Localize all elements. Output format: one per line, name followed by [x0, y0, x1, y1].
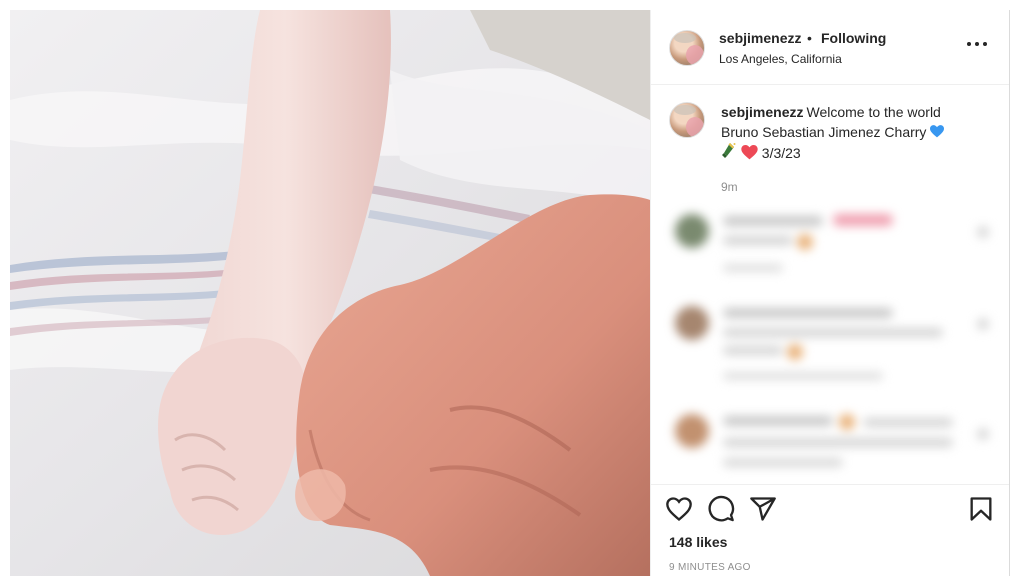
caption-line1: Welcome to the world — [806, 104, 941, 120]
likes-count[interactable]: 148 likes — [669, 534, 727, 550]
caption-line2: Bruno Sebastian Jimenez Charry — [721, 124, 927, 140]
caption-username[interactable]: sebjimenezz — [721, 104, 803, 120]
post-header: sebjimenezz • Following Los Angeles, Cal… — [651, 10, 1009, 85]
location-link[interactable]: Los Angeles, California — [719, 52, 842, 66]
separator-dot: • — [807, 30, 812, 46]
caption-date: 3/3/23 — [761, 145, 801, 161]
post-side-panel: sebjimenezz • Following Los Angeles, Cal… — [650, 10, 1010, 576]
action-bar — [651, 484, 1009, 525]
champagne-icon — [722, 143, 736, 158]
red-heart-icon — [741, 145, 758, 160]
heart-outline-icon[interactable] — [665, 495, 693, 523]
blurred-comments — [657, 200, 1001, 485]
more-options-icon[interactable] — [967, 36, 991, 52]
blue-heart-icon — [930, 125, 945, 138]
caption-avatar[interactable] — [669, 102, 705, 138]
following-button[interactable]: Following — [821, 30, 886, 46]
bookmark-icon[interactable] — [967, 495, 995, 523]
avatar[interactable] — [669, 30, 705, 66]
post-photo[interactable] — [10, 10, 650, 576]
caption-text: sebjimenezz Welcome to the world Bruno Se… — [721, 102, 991, 163]
instagram-post: sebjimenezz • Following Los Angeles, Cal… — [10, 10, 1010, 576]
paper-plane-icon[interactable] — [749, 495, 777, 523]
header-username[interactable]: sebjimenezz — [719, 30, 801, 46]
comment-bubble-icon[interactable] — [707, 495, 735, 523]
newborn-hand-photo — [10, 10, 650, 576]
posted-time: 9 MINUTES AGO — [669, 562, 751, 573]
caption-time: 9m — [721, 180, 738, 194]
